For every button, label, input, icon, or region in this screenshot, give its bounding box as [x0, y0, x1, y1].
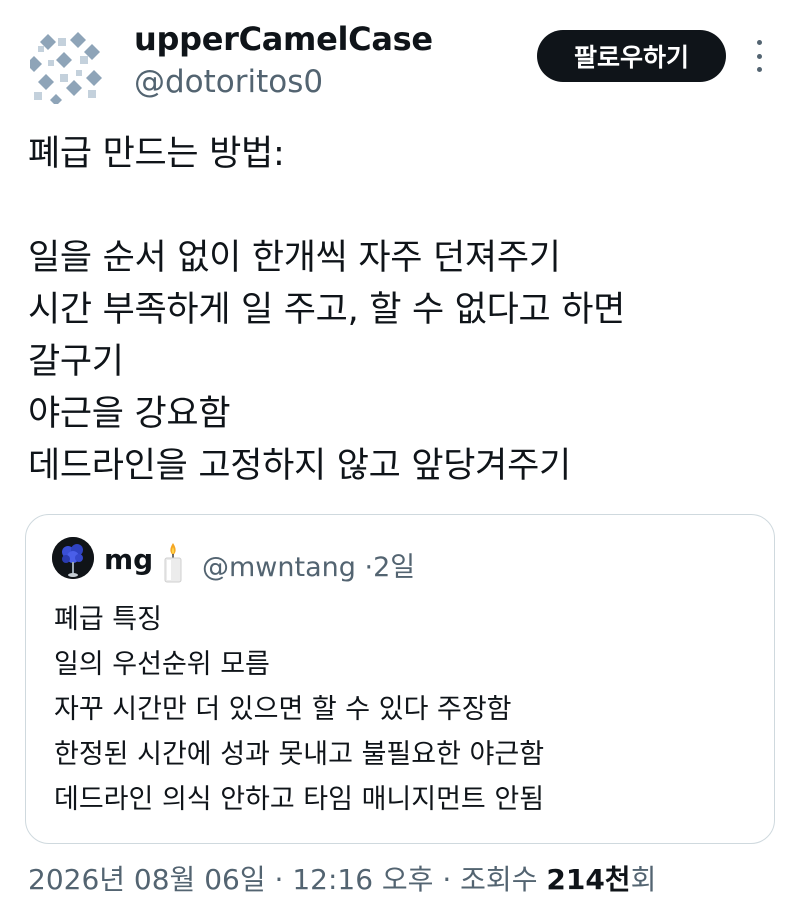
meta-separator: · — [364, 552, 374, 583]
author-handle[interactable]: @dotoritos0 — [134, 64, 323, 100]
author-display-name[interactable]: upperCamelCase — [134, 20, 433, 58]
views-suffix: 회 — [630, 863, 657, 896]
views-label: 조회수 — [460, 863, 538, 896]
post-date[interactable]: 2026년 08월 06일 — [28, 863, 266, 896]
candle-icon — [164, 543, 182, 583]
tweet-footer: 2026년 08월 06일 · 12:16 오후 · 조회수 214천회 — [28, 858, 656, 898]
quoted-author-avatar[interactable] — [52, 537, 94, 579]
more-dot — [756, 40, 762, 45]
tweet-line: 일을 순서 없이 한개씩 자주 던져주기 — [28, 238, 561, 278]
tweet-line: 갈구기 — [28, 342, 124, 382]
tweet-line — [28, 180, 778, 232]
post-time[interactable]: 12:16 오후 — [292, 863, 433, 896]
blue-rose-avatar-icon — [52, 537, 94, 579]
quoted-author-display-name[interactable]: mg — [104, 543, 153, 576]
footer-separator: · — [274, 863, 284, 896]
more-dot — [756, 53, 762, 59]
follow-button[interactable]: 팔로우하기 — [537, 30, 726, 82]
tweet-line: 폐급 만드는 방법: — [28, 134, 285, 174]
tweet-header: upperCamelCase @dotoritos0 팔로우하기 — [0, 0, 800, 110]
quoted-line: 일의 우선순위 모름 — [54, 649, 270, 680]
quoted-meta: @mwntang ·2일 — [202, 545, 415, 584]
quoted-line: 자꾸 시간만 더 있으면 할 수 있다 주장함 — [54, 694, 512, 725]
more-vertical-icon[interactable] — [745, 38, 773, 74]
tweet-line: 데드라인을 고정하지 않고 앞당겨주기 — [28, 446, 571, 486]
footer-separator: · — [442, 863, 452, 896]
quoted-line: 한정된 시간에 성과 못내고 불필요한 야근함 — [54, 739, 545, 770]
quoted-time[interactable]: 2일 — [373, 552, 415, 583]
tweet-line: 시간 부족하게 일 주고, 할 수 없다고 하면 — [28, 290, 626, 330]
tweet-line: 야근을 강요함 — [28, 394, 231, 434]
more-dot — [756, 67, 762, 72]
quoted-tweet-card[interactable]: mg @mwntang ·2일 폐급 특징 일의 우선순위 모름 자꾸 시간만 … — [25, 514, 775, 844]
views-count[interactable]: 214천 — [546, 863, 630, 896]
author-avatar[interactable] — [30, 30, 104, 104]
quoted-author-handle[interactable]: @mwntang — [202, 552, 356, 583]
tweet-body: 폐급 만드는 방법: 일을 순서 없이 한개씩 자주 던져주기 시간 부족하게 … — [28, 128, 778, 492]
quoted-line: 폐급 특징 — [54, 604, 162, 635]
quoted-tweet-body: 폐급 특징 일의 우선순위 모름 자꾸 시간만 더 있으면 할 수 있다 주장함… — [54, 597, 754, 822]
quoted-line: 데드라인 의식 안하고 타임 매니지먼트 안됨 — [54, 784, 545, 815]
